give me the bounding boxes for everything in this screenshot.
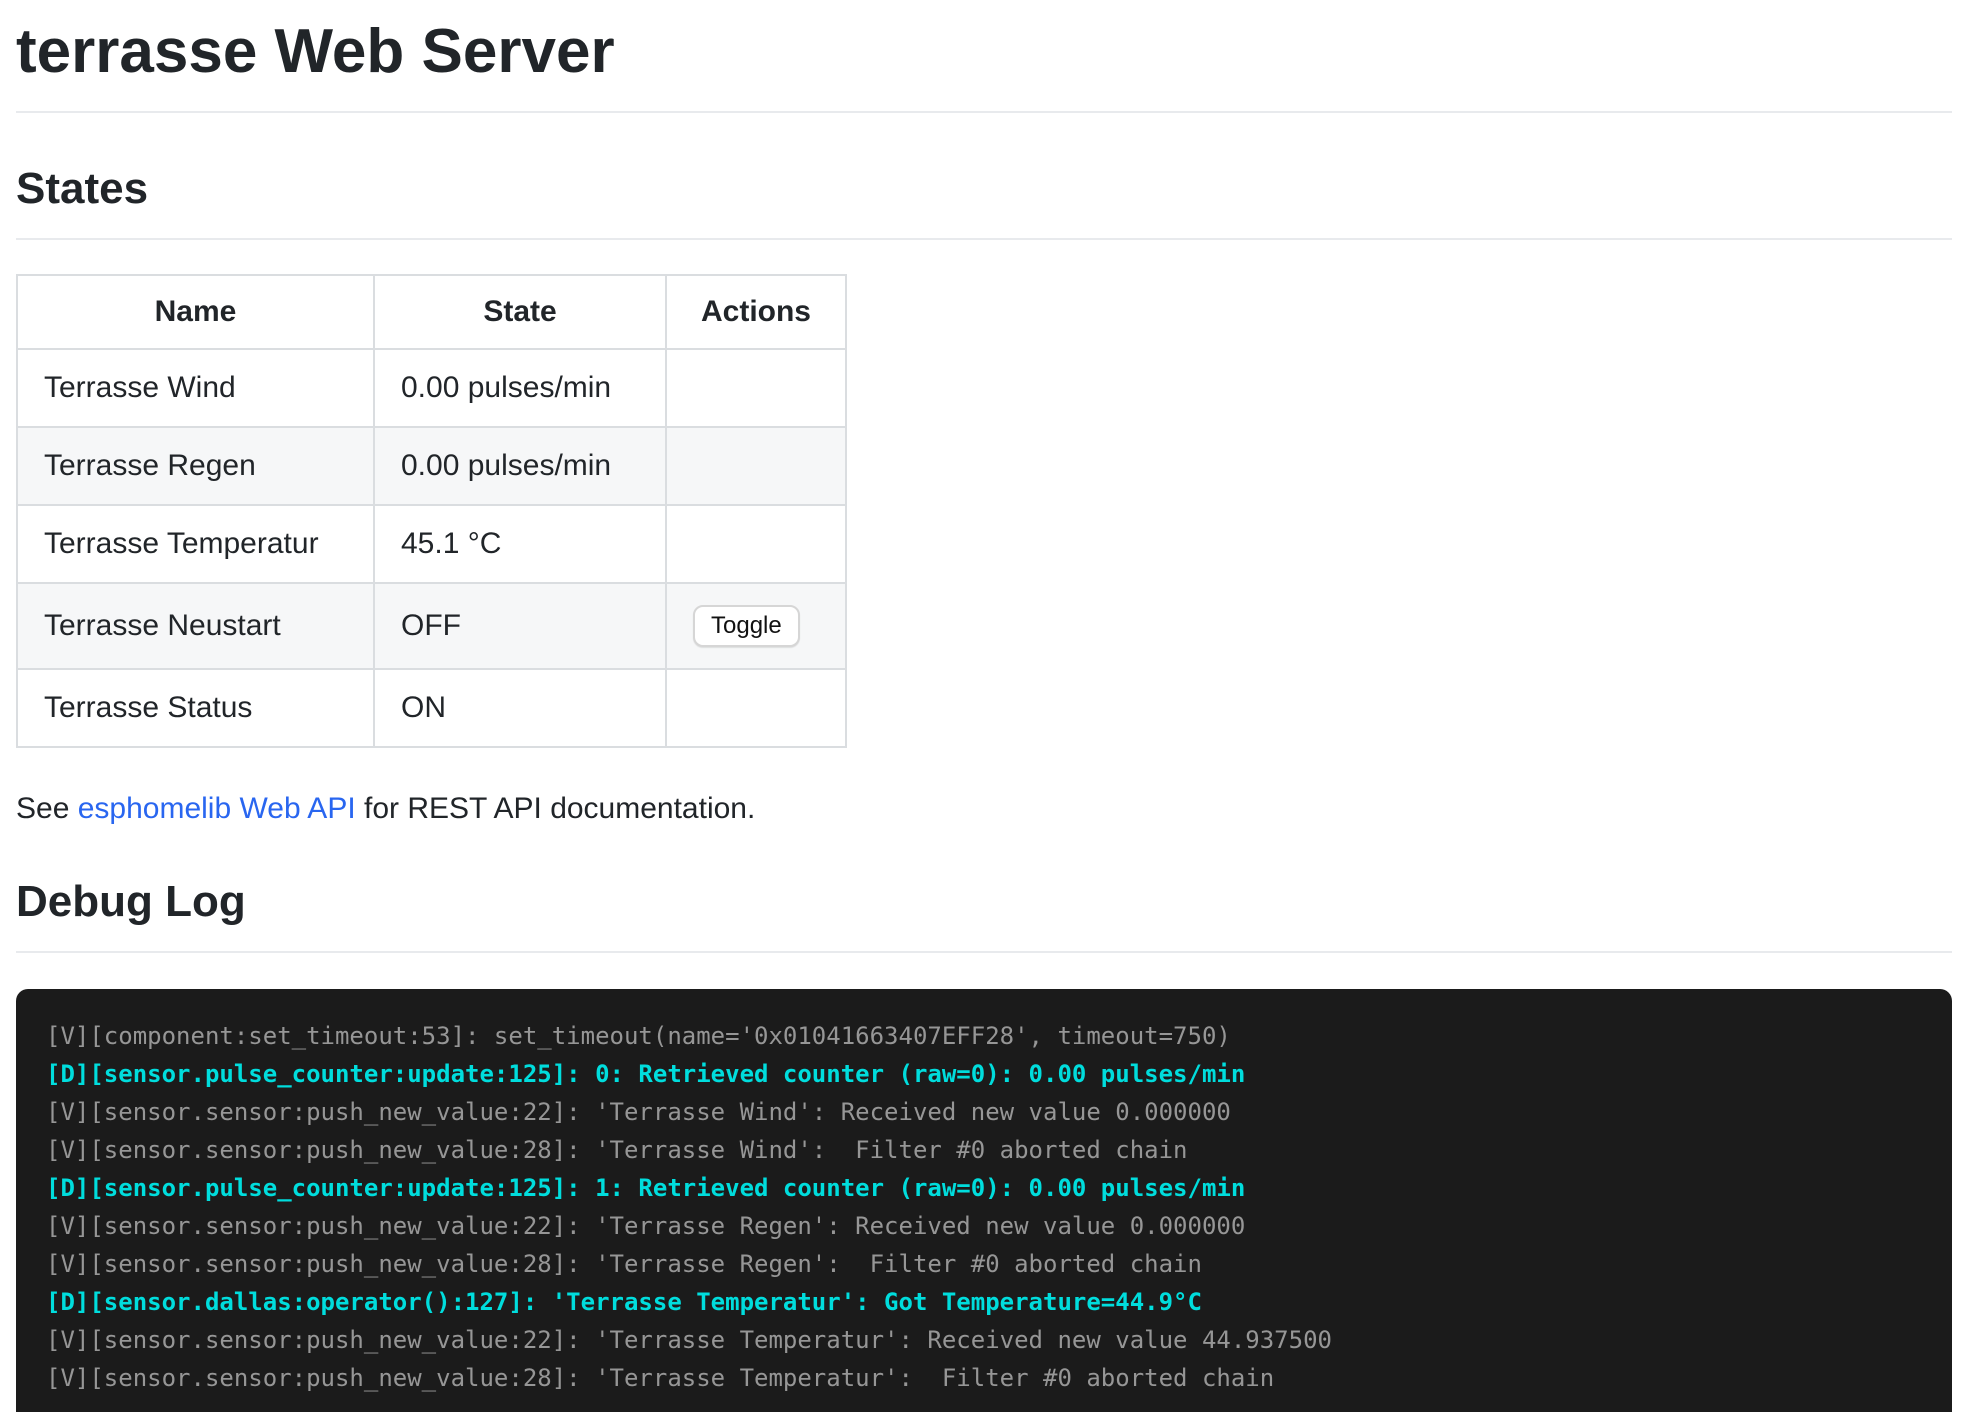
column-header-name: Name: [17, 275, 374, 349]
state-actions-cell: [666, 669, 846, 747]
log-line: [D][sensor.dallas:operator():127]: 'Terr…: [46, 1283, 1922, 1321]
table-row-terrasse-temperatur: Terrasse Temperatur 45.1 °C: [17, 505, 846, 583]
table-row-terrasse-wind: Terrasse Wind 0.00 pulses/min: [17, 349, 846, 427]
divider: [16, 111, 1952, 113]
log-line: [V][component:set_timeout:53]: set_timeo…: [46, 1017, 1922, 1055]
api-note: See esphomelib Web API for REST API docu…: [16, 792, 1952, 826]
column-header-state: State: [374, 275, 666, 349]
debug-log-heading: Debug Log: [16, 876, 1952, 929]
state-name: Terrasse Wind: [17, 349, 374, 427]
esphomelib-web-api-link[interactable]: esphomelib Web API: [78, 792, 356, 825]
state-name: Terrasse Neustart: [17, 583, 374, 669]
divider: [16, 951, 1952, 953]
state-value: 45.1 °C: [374, 505, 666, 583]
state-actions-cell: [666, 427, 846, 505]
states-heading: States: [16, 163, 1952, 216]
web-server-page: terrasse Web Server States Name State Ac…: [0, 0, 1968, 1412]
log-line: [V][sensor.sensor:push_new_value:22]: 'T…: [46, 1321, 1922, 1359]
state-actions-cell: [666, 349, 846, 427]
api-note-suffix: for REST API documentation.: [356, 792, 756, 825]
divider: [16, 238, 1952, 240]
state-value: 0.00 pulses/min: [374, 349, 666, 427]
table-row-terrasse-status: Terrasse Status ON: [17, 669, 846, 747]
log-line: [V][sensor.sensor:push_new_value:28]: 'T…: [46, 1359, 1922, 1397]
state-value: 0.00 pulses/min: [374, 427, 666, 505]
state-actions-cell: [666, 505, 846, 583]
api-note-prefix: See: [16, 792, 78, 825]
log-line: [V][sensor.sensor:push_new_value:22]: 'T…: [46, 1207, 1922, 1245]
state-name: Terrasse Regen: [17, 427, 374, 505]
table-row-terrasse-regen: Terrasse Regen 0.00 pulses/min: [17, 427, 846, 505]
table-header-row: Name State Actions: [17, 275, 846, 349]
log-line: [V][sensor.sensor:push_new_value:28]: 'T…: [46, 1245, 1922, 1283]
state-actions-cell: Toggle: [666, 583, 846, 669]
state-value: ON: [374, 669, 666, 747]
page-title: terrasse Web Server: [16, 16, 1952, 87]
debug-log-console: [V][component:set_timeout:53]: set_timeo…: [16, 989, 1952, 1412]
state-name: Terrasse Status: [17, 669, 374, 747]
column-header-actions: Actions: [666, 275, 846, 349]
state-name: Terrasse Temperatur: [17, 505, 374, 583]
log-line: [V][sensor.sensor:push_new_value:22]: 'T…: [46, 1093, 1922, 1131]
toggle-button[interactable]: Toggle: [693, 605, 800, 647]
log-line: [V][sensor.sensor:push_new_value:28]: 'T…: [46, 1131, 1922, 1169]
log-line: [D][sensor.pulse_counter:update:125]: 1:…: [46, 1169, 1922, 1207]
table-row-terrasse-neustart: Terrasse Neustart OFF Toggle: [17, 583, 846, 669]
state-value: OFF: [374, 583, 666, 669]
states-table: Name State Actions Terrasse Wind 0.00 pu…: [16, 274, 847, 748]
log-line: [D][sensor.pulse_counter:update:125]: 0:…: [46, 1055, 1922, 1093]
